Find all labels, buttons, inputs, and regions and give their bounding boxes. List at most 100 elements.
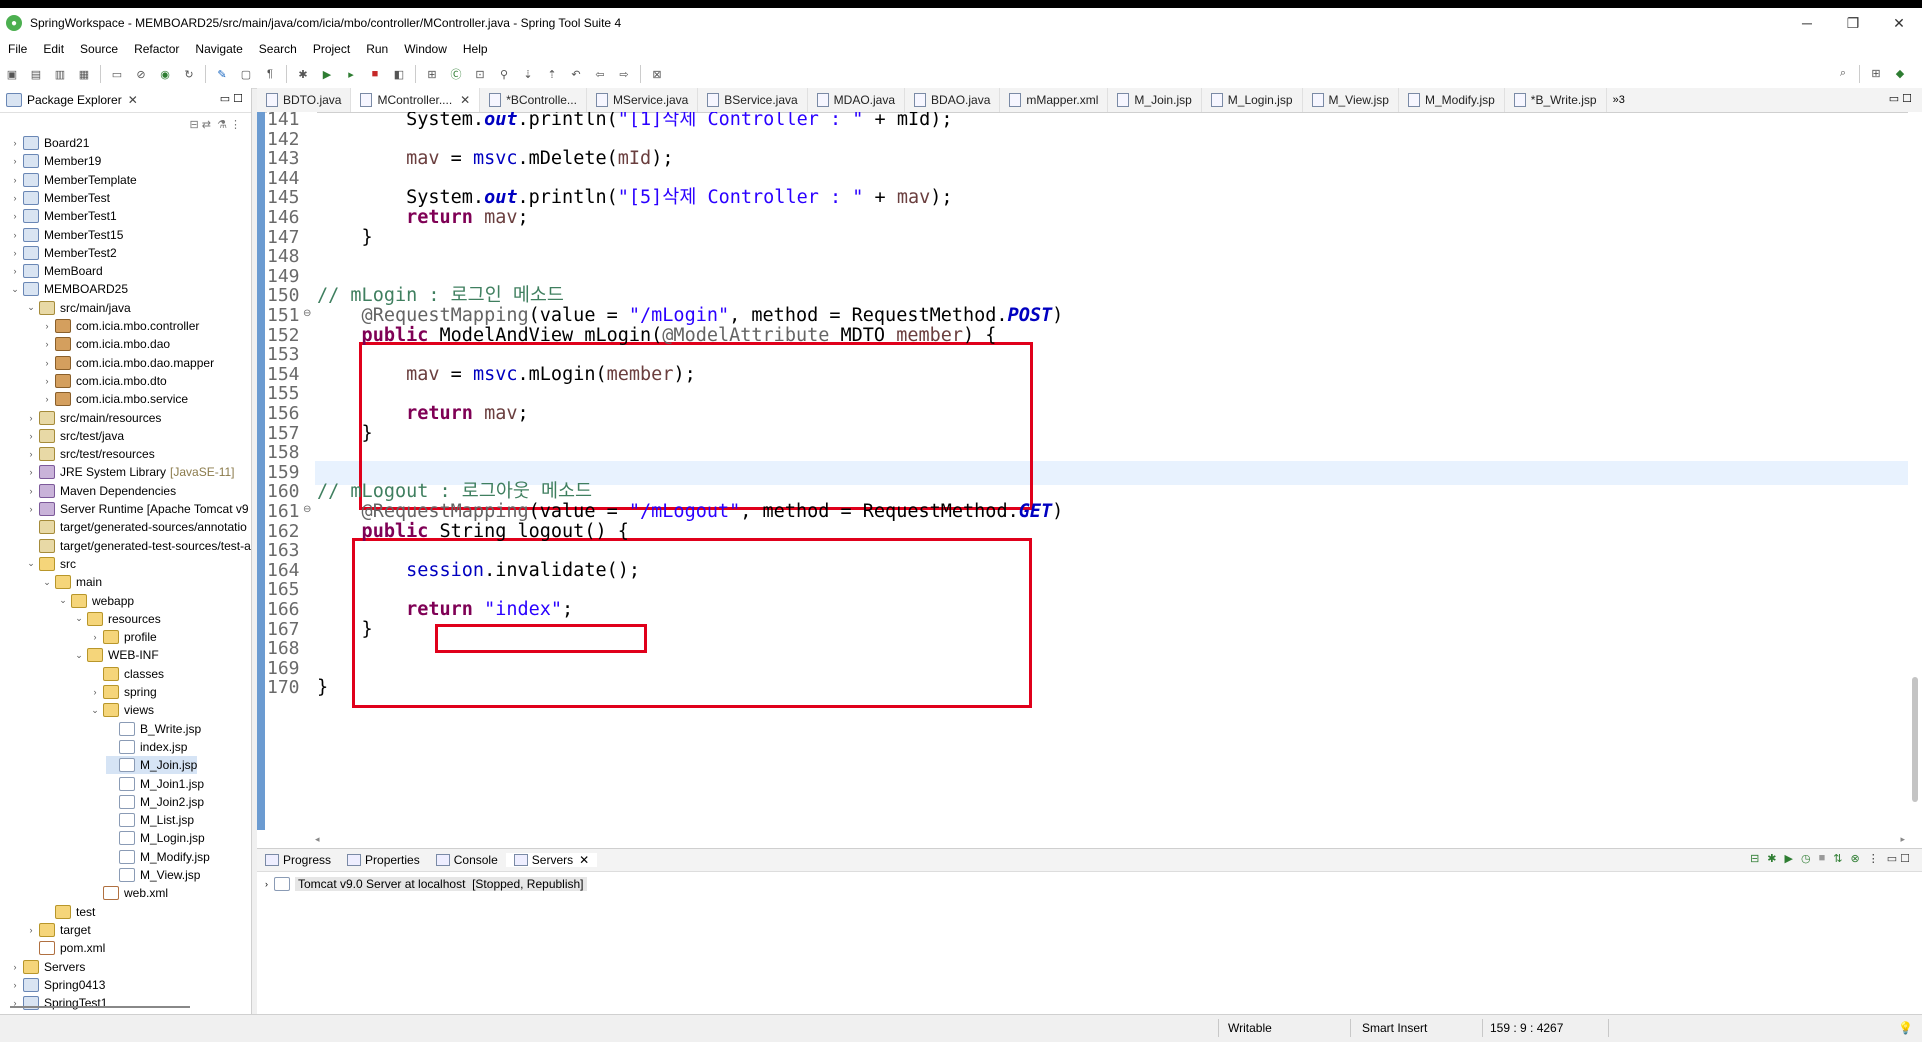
code-line[interactable]: public ModelAndView mLogin(@ModelAttribu… (317, 324, 997, 348)
editor-tab[interactable]: mMapper.xml (1000, 88, 1109, 112)
code-area[interactable]: 141 System.out.println("[1]삭제 Controller… (257, 112, 1922, 830)
editor-tab[interactable]: MService.java (587, 88, 699, 112)
tree-item[interactable]: target/generated-sources/annotatio (26, 518, 247, 536)
tree-item[interactable]: › com.icia.mbo.dao (42, 335, 170, 353)
expanded-chevron-icon[interactable]: ⌄ (42, 577, 52, 588)
fold-toggle-icon[interactable]: ⊖ (303, 308, 311, 319)
menu-refactor[interactable]: Refactor (126, 42, 187, 56)
collapsed-chevron-icon[interactable]: › (26, 467, 36, 477)
collapsed-chevron-icon[interactable]: › (10, 193, 20, 203)
tree-item[interactable]: › MemberTest1 (10, 207, 117, 225)
collapsed-chevron-icon[interactable]: › (10, 266, 20, 276)
code-line[interactable]: mav = msvc.mLogin(member); (317, 363, 696, 387)
tree-item[interactable]: ⌄ WEB-INF (74, 646, 159, 664)
tree-item[interactable]: pom.xml (26, 939, 105, 957)
tree-item[interactable]: ⌄ src (26, 555, 76, 573)
filter-icon[interactable]: ⚗ (217, 118, 227, 131)
tree-item[interactable]: › spring (90, 683, 157, 701)
menu-source[interactable]: Source (72, 42, 126, 56)
code-line[interactable]: } (317, 226, 373, 250)
collapsed-chevron-icon[interactable]: › (42, 376, 52, 386)
pin-editor-icon[interactable]: ⊠ (648, 66, 666, 82)
collapsed-chevron-icon[interactable]: › (10, 962, 20, 972)
view-menu-icon[interactable]: ⋮ (1868, 852, 1879, 865)
tree-item[interactable]: › JRE System Library [JavaSE-11] (26, 463, 235, 481)
tree-item[interactable]: index.jsp (106, 738, 187, 756)
tree-item[interactable]: ⌄ resources (74, 610, 161, 628)
terminal-icon[interactable]: ▭ (108, 66, 126, 82)
close-button[interactable]: ✕ (1876, 8, 1922, 38)
forward-icon[interactable]: ⇨ (615, 66, 633, 82)
open-type-icon[interactable]: ⊡ (471, 66, 489, 82)
minimize-button[interactable]: ─ (1784, 8, 1830, 38)
tree-item[interactable]: ⌄ webapp (58, 592, 134, 610)
tree-item[interactable]: › com.icia.mbo.service (42, 390, 188, 408)
tab-console[interactable]: Console (428, 853, 506, 867)
menu-edit[interactable]: Edit (35, 42, 72, 56)
tab-progress[interactable]: Progress (257, 853, 339, 867)
collapsed-chevron-icon[interactable]: › (10, 980, 20, 990)
editor-tab[interactable]: M_Join.jsp (1108, 88, 1202, 112)
expanded-chevron-icon[interactable]: ⌄ (58, 595, 68, 606)
expanded-chevron-icon[interactable]: ⌄ (26, 558, 36, 569)
tree-item[interactable]: test (42, 903, 95, 921)
tree-item[interactable]: › Member19 (10, 152, 101, 170)
new-package-icon[interactable]: ⊞ (423, 66, 441, 82)
tree-item[interactable]: ⌄ MEMBOARD25 (10, 280, 128, 298)
boot-dashboard-icon[interactable]: ◉ (156, 66, 174, 82)
menu-run[interactable]: Run (358, 42, 396, 56)
menu-project[interactable]: Project (305, 42, 358, 56)
collapsed-chevron-icon[interactable]: › (90, 632, 100, 642)
tree-item[interactable]: M_Login.jsp (106, 829, 205, 847)
view-menu-icon[interactable]: ⋮ (230, 118, 241, 131)
collapsed-chevron-icon[interactable]: › (42, 339, 52, 349)
more-tabs-button[interactable]: »3 (1613, 94, 1625, 106)
tree-item[interactable]: › target (26, 921, 91, 939)
tree-item[interactable]: › src/test/java (26, 427, 124, 445)
collapsed-chevron-icon[interactable]: › (26, 925, 36, 935)
tree-item[interactable]: target/generated-test-sources/test-a (26, 537, 251, 555)
tree-item[interactable]: classes (90, 665, 164, 683)
collapsed-chevron-icon[interactable]: › (10, 138, 20, 148)
tree-item[interactable]: › com.icia.mbo.controller (42, 317, 199, 335)
tree-item[interactable]: › src/main/resources (26, 409, 161, 427)
search-toolbar-icon[interactable]: ⚲ (495, 66, 513, 82)
tree-item[interactable]: B_Write.jsp (106, 720, 201, 738)
tree-item[interactable]: › MemberTest15 (10, 226, 123, 244)
collapsed-chevron-icon[interactable]: › (10, 175, 20, 185)
collapsed-chevron-icon[interactable]: › (42, 358, 52, 368)
run-icon[interactable]: ▶ (318, 66, 336, 82)
collapse-icon[interactable]: ⊟ (1750, 852, 1759, 865)
disconnect-icon[interactable]: ⊗ (1850, 852, 1859, 865)
show-whitespace-icon[interactable]: ¶ (261, 66, 279, 82)
tree-item[interactable]: › src/test/resources (26, 445, 155, 463)
tree-item[interactable]: › Server Runtime [Apache Tomcat v9 (26, 500, 249, 518)
code-line[interactable]: System.out.println("[1]삭제 Controller : "… (317, 112, 952, 132)
back-icon[interactable]: ⇦ (591, 66, 609, 82)
code-line[interactable]: session.invalidate(); (317, 559, 640, 583)
tip-bulb-icon[interactable]: 💡 (1898, 1021, 1913, 1035)
collapse-all-icon[interactable]: ⊟ (189, 118, 198, 131)
view-minmax-icon[interactable]: ▭ ☐ (220, 92, 243, 105)
expanded-chevron-icon[interactable]: ⌄ (74, 650, 84, 661)
collapsed-chevron-icon[interactable]: › (10, 211, 20, 221)
editor-tab[interactable]: M_Login.jsp (1202, 88, 1303, 112)
refresh-icon[interactable]: ↻ (180, 66, 198, 82)
publish-icon[interactable]: ⇅ (1833, 852, 1842, 865)
save-all-icon[interactable]: ▥ (51, 66, 69, 82)
editor-tab[interactable]: *BControlle... (480, 88, 587, 112)
run-external-icon[interactable]: ▸ (342, 66, 360, 82)
package-explorer-tab[interactable]: Package Explorer (27, 93, 122, 107)
collapsed-chevron-icon[interactable]: › (26, 486, 36, 496)
search-icon[interactable]: ⌕ (1834, 65, 1852, 81)
tree-item[interactable]: M_List.jsp (106, 811, 194, 829)
tab-properties[interactable]: Properties (339, 853, 428, 867)
collapsed-chevron-icon[interactable]: › (10, 230, 20, 240)
tree-item[interactable]: › com.icia.mbo.dao.mapper (42, 354, 214, 372)
tree-item[interactable]: › Spring0413 (10, 976, 105, 994)
editor-tab[interactable]: BService.java (698, 88, 808, 112)
toggle-mark-icon[interactable]: ✎ (213, 66, 231, 82)
menu-window[interactable]: Window (396, 42, 455, 56)
menu-file[interactable]: File (0, 42, 35, 56)
editor-minmax-icon[interactable]: ▭ ☐ (1889, 92, 1912, 105)
